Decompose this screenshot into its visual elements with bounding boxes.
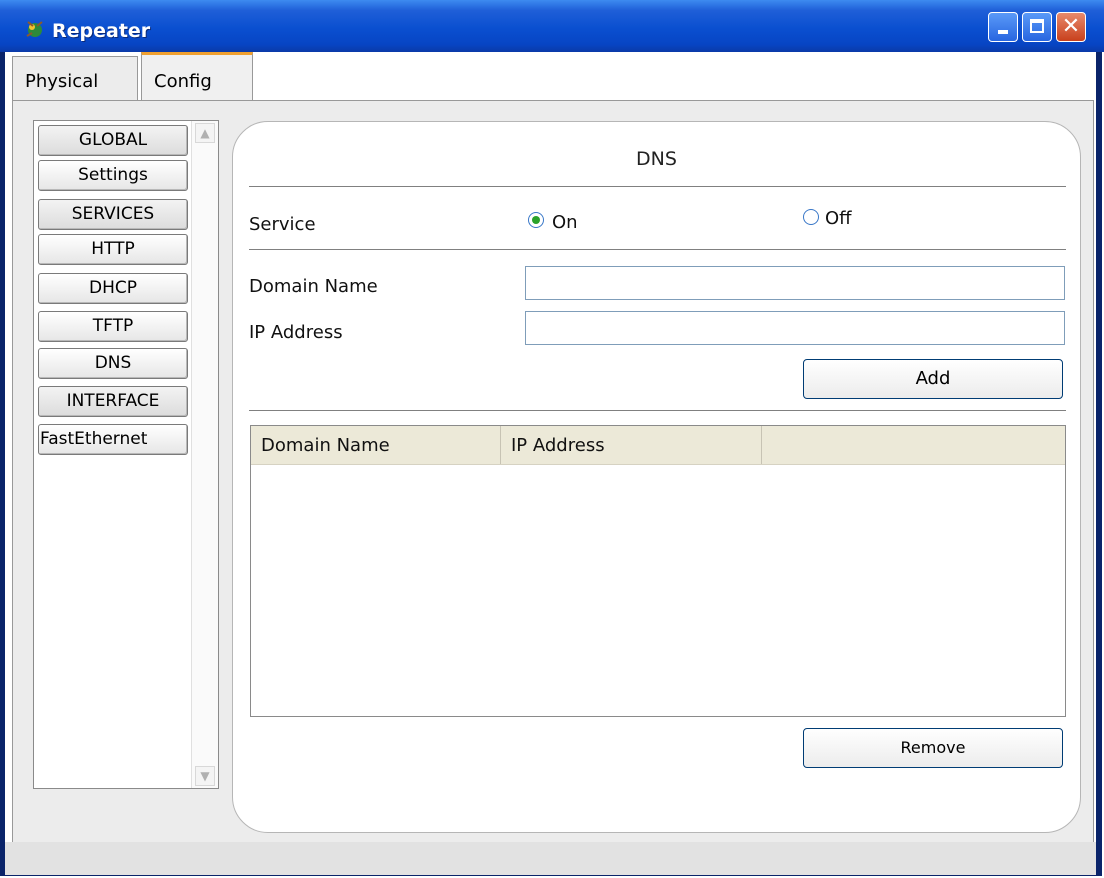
ip-address-input[interactable] [525, 311, 1065, 345]
window-title: Repeater [52, 20, 151, 42]
config-nav-list: GLOBAL Settings SERVICES HTTP DHCP TFTP … [33, 120, 219, 789]
divider [249, 186, 1066, 187]
nav-item-dhcp[interactable]: DHCP [38, 273, 188, 304]
ip-address-label: IP Address [249, 322, 343, 343]
nav-item-http[interactable]: HTTP [38, 234, 188, 265]
column-header-ip-address[interactable]: IP Address [501, 426, 762, 464]
title-bar[interactable]: Repeater ✕ [0, 0, 1104, 52]
maximize-button[interactable] [1022, 12, 1052, 42]
column-header-domain-name[interactable]: Domain Name [251, 426, 501, 464]
domain-name-label: Domain Name [249, 276, 378, 297]
dns-records-table[interactable]: Domain Name IP Address [250, 425, 1066, 717]
maximize-icon [1030, 19, 1044, 33]
add-button[interactable]: Add [803, 359, 1063, 399]
tab-physical[interactable]: Physical [12, 56, 138, 100]
service-off-label[interactable]: Off [825, 208, 852, 229]
status-area [5, 842, 1096, 875]
close-button[interactable]: ✕ [1056, 12, 1086, 42]
nav-header-interface: INTERFACE [38, 386, 188, 417]
nav-item-tftp[interactable]: TFTP [38, 311, 188, 342]
dns-panel: DNS Service On Off Domain Name IP Addres… [232, 121, 1081, 833]
nav-item-fastethernet[interactable]: FastEthernet [38, 424, 188, 455]
nav-header-services: SERVICES [38, 199, 188, 230]
scroll-up-icon[interactable]: ▲ [195, 123, 215, 143]
nav-item-settings[interactable]: Settings [38, 160, 188, 191]
tab-config[interactable]: Config [141, 52, 253, 100]
close-icon: ✕ [1061, 14, 1081, 39]
divider [249, 410, 1066, 411]
column-header-empty [762, 426, 1065, 464]
app-window: Repeater ✕ Physical Config GLOBAL Settin… [0, 0, 1104, 876]
service-off-radio[interactable] [803, 209, 819, 225]
window-client-area: Physical Config GLOBAL Settings SERVICES… [5, 52, 1096, 875]
nav-header-global: GLOBAL [38, 125, 188, 156]
repeater-app-icon [26, 21, 43, 37]
service-on-label[interactable]: On [552, 212, 578, 233]
panel-title: DNS [636, 148, 677, 170]
domain-name-input[interactable] [525, 266, 1065, 300]
service-on-radio[interactable] [528, 212, 544, 228]
minimize-icon [998, 30, 1008, 34]
nav-item-dns[interactable]: DNS [38, 348, 188, 379]
minimize-button[interactable] [988, 12, 1018, 42]
scroll-down-icon[interactable]: ▼ [195, 766, 215, 786]
service-label: Service [249, 214, 316, 235]
divider [249, 249, 1066, 250]
nav-scrollbar[interactable]: ▲ ▼ [191, 121, 218, 788]
remove-button[interactable]: Remove [803, 728, 1063, 768]
table-header: Domain Name IP Address [251, 426, 1065, 465]
